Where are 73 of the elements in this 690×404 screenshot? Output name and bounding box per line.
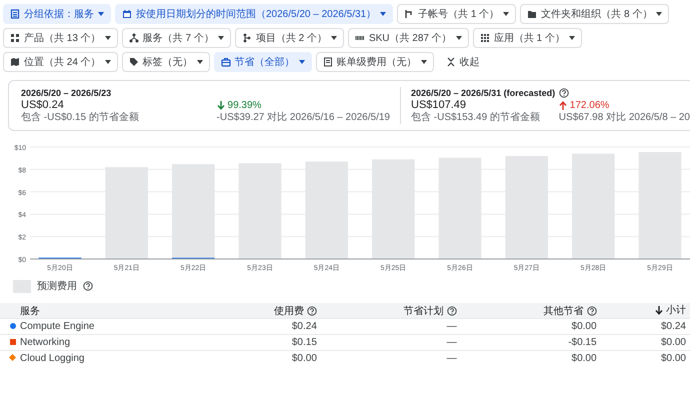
table-cell: $0.00 — [292, 352, 317, 364]
filter-chip[interactable]: 位置（共 24 个） — [3, 52, 118, 72]
grid-icon — [10, 33, 20, 43]
period-label: 2026/5/20 – 2026/5/31 (forecasted) — [411, 88, 556, 98]
tree-icon — [128, 33, 139, 43]
caret-icon — [98, 12, 104, 16]
filter-chip[interactable]: 产品（共 13 个） — [3, 28, 118, 48]
list-icon — [10, 9, 20, 19]
filter-chip[interactable]: 子帐号（共 1 个） — [397, 4, 516, 24]
period-label: 2026/5/20 – 2026/5/23 — [21, 88, 112, 98]
change-percent: 99.39% — [228, 100, 262, 110]
dots-grid-icon — [480, 33, 490, 43]
folder-icon — [527, 9, 538, 19]
table-cell: $0.00 — [660, 352, 686, 364]
briefcase-icon — [220, 57, 231, 67]
caret-icon — [456, 36, 462, 40]
receipt-icon — [322, 57, 333, 67]
filter-chip[interactable]: 应用（共 1 个） — [472, 28, 582, 48]
table-cell: Networking — [20, 336, 70, 348]
sort-arrow-icon — [655, 306, 663, 315]
table-cell: — — [446, 352, 457, 364]
savings-note: 包含 -US$153.49 的节省金额 — [411, 112, 540, 124]
help-icon — [586, 306, 597, 316]
filter-chip[interactable]: 分组依据：服务 — [3, 4, 111, 24]
help-icon — [446, 306, 457, 316]
filter-chip[interactable]: 文件夹和组织（共 8 个） — [520, 4, 670, 24]
help-icon — [559, 88, 570, 98]
barcode-icon — [354, 33, 365, 43]
table-cell: $0.00 — [572, 320, 597, 332]
table-cell: $0.24 — [660, 320, 686, 332]
table-cell: $0.15 — [292, 336, 317, 348]
column-header[interactable]: 服务 — [20, 304, 40, 318]
table-cell: — — [446, 336, 457, 348]
filter-chip[interactable]: 标签（无） — [122, 52, 210, 72]
calendar-icon — [122, 9, 132, 19]
table-cell: $0.00 — [660, 336, 686, 348]
help-icon — [306, 306, 317, 316]
map-icon — [10, 57, 20, 67]
caret-icon — [196, 60, 203, 64]
caret-icon — [298, 60, 305, 64]
table-cell: — — [446, 320, 457, 332]
caret-icon — [656, 12, 662, 16]
table-cell: Cloud Logging — [20, 352, 84, 364]
savings-note: 包含 -US$0.15 的节省金额 — [21, 112, 140, 124]
legend-label: 预测费用 — [37, 280, 77, 293]
cost-amount: US$0.24 — [21, 99, 65, 111]
caret-icon — [503, 12, 510, 16]
caret-icon — [104, 36, 111, 40]
caret-icon — [380, 12, 386, 16]
collapse-icon — [446, 57, 456, 67]
caret-icon — [330, 36, 337, 40]
filter-chip[interactable]: SKU（共 287 个） — [348, 28, 469, 48]
filter-chip[interactable]: 项目（共 2 个） — [234, 28, 344, 48]
cost-amount: US$107.49 — [411, 99, 468, 111]
caret-icon — [218, 36, 224, 40]
filter-chip[interactable]: 按使用日期划分的时间范围（2026/5/20 – 2026/5/31） — [115, 4, 394, 24]
tag-icon — [128, 57, 139, 67]
filter-chip[interactable]: 服务（共 7 个） — [122, 28, 231, 48]
change-percent: 172.06% — [570, 100, 610, 110]
caret-icon — [104, 60, 111, 64]
table-cell: -$0.15 — [568, 336, 597, 348]
help-icon — [83, 281, 93, 291]
table-cell: $0.00 — [572, 352, 597, 364]
comparison-note: US$67.98 对比 2026/5/8 – 20 — [558, 112, 690, 124]
filter-chip[interactable]: 节省（全部） — [214, 52, 312, 72]
filter-chip[interactable]: 账单级费用（无） — [316, 52, 434, 72]
caret-icon — [420, 60, 427, 64]
table-cell: Compute Engine — [20, 320, 94, 332]
comparison-note: -US$39.27 对比 2026/5/16 – 2026/5/19 — [216, 112, 390, 124]
table-cell: $0.24 — [292, 320, 317, 332]
collapse-button[interactable]: 收起 — [438, 52, 488, 72]
nodes-icon — [242, 33, 252, 43]
caret-icon — [568, 36, 575, 40]
